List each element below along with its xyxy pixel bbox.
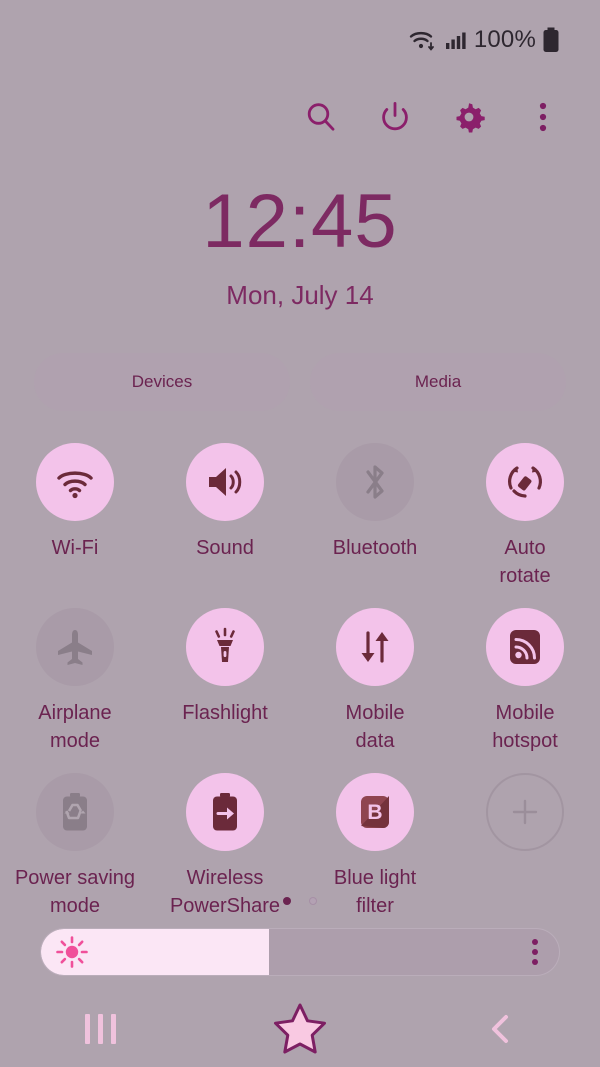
back-button[interactable] — [440, 999, 560, 1059]
bluetooth-icon — [336, 443, 414, 521]
tile-bluetooth[interactable]: Bluetooth — [300, 443, 450, 590]
brightness-overflow-menu-icon[interactable] — [531, 929, 539, 975]
cellular-signal-icon — [444, 28, 468, 52]
mobile-hotspot-icon — [486, 608, 564, 687]
gear-icon[interactable] — [446, 94, 492, 140]
wifi-icon — [36, 443, 114, 521]
tile-label: Sound — [196, 537, 254, 559]
auto-rotate-icon — [486, 443, 564, 521]
clock-time: 12:45 — [202, 179, 398, 264]
tile-label: Mobile data — [345, 702, 405, 752]
navigation-bar — [0, 990, 600, 1067]
power-saving-icon — [36, 773, 114, 852]
wifi-icon — [408, 27, 438, 53]
tile-label: Blue light filter — [333, 867, 417, 917]
tile-label: Mobile hotspot — [492, 702, 558, 752]
sound-speaker-icon — [186, 443, 264, 521]
devices-media-row: Devices Media — [34, 353, 566, 411]
clock-date: Mon, July 14 — [226, 280, 374, 310]
battery-full-icon — [542, 27, 560, 53]
status-bar: 100% — [0, 0, 600, 80]
header-action-bar — [0, 88, 600, 146]
clock-widget[interactable]: 12:45 Mon, July 14 — [0, 184, 600, 311]
tile-label: Bluetooth — [332, 537, 418, 559]
airplane-icon — [36, 608, 114, 687]
tile-sound[interactable]: Sound — [150, 443, 300, 590]
tile-label: Wireless PowerShare — [169, 867, 281, 917]
add-plus-icon — [486, 773, 564, 852]
tile-mobile-data[interactable]: Mobile data — [300, 608, 450, 755]
flashlight-icon — [186, 608, 264, 687]
brightness-slider-fill — [41, 929, 269, 975]
star-home-icon — [274, 1003, 326, 1053]
chevron-left-icon — [492, 1014, 508, 1043]
tile-label: Wi-Fi — [51, 537, 99, 559]
tile-wifi[interactable]: Wi-Fi — [0, 443, 150, 590]
brightness-sun-icon — [56, 936, 88, 968]
tile-mobile-hotspot[interactable]: Mobile hotspot — [450, 608, 600, 755]
recents-bars-icon — [84, 1013, 116, 1044]
overflow-menu-icon[interactable] — [520, 94, 566, 140]
recents-button[interactable] — [40, 999, 160, 1059]
tile-label: Power saving mode — [14, 867, 136, 917]
quick-toggle-grid: Wi-Fi Sound Bluetooth Auto rotate Airpla… — [0, 443, 600, 921]
home-button[interactable] — [240, 999, 360, 1059]
tile-label: Auto rotate — [499, 537, 551, 587]
blue-light-filter-icon: B — [336, 773, 414, 852]
page-dot-inactive[interactable] — [309, 897, 317, 905]
media-button[interactable]: Media — [310, 353, 566, 411]
page-indicator — [0, 897, 600, 905]
wireless-powershare-icon — [186, 773, 264, 852]
quick-settings-panel: 100% 12:45 Mon, July 14 Devices Media Wi… — [0, 0, 600, 1067]
brightness-slider[interactable] — [40, 928, 560, 976]
tile-label: Airplane mode — [38, 702, 112, 752]
tile-flashlight[interactable]: Flashlight — [150, 608, 300, 755]
tile-airplane-mode[interactable]: Airplane mode — [0, 608, 150, 755]
tile-auto-rotate[interactable]: Auto rotate — [450, 443, 600, 590]
search-icon[interactable] — [298, 94, 344, 140]
devices-button[interactable]: Devices — [34, 353, 290, 411]
battery-percent-label: 100% — [473, 26, 536, 53]
svg-text:B: B — [367, 801, 382, 824]
page-dot-active[interactable] — [283, 897, 291, 905]
tile-label: Flashlight — [182, 702, 268, 725]
mobile-data-icon — [336, 608, 414, 687]
power-icon[interactable] — [372, 94, 418, 140]
